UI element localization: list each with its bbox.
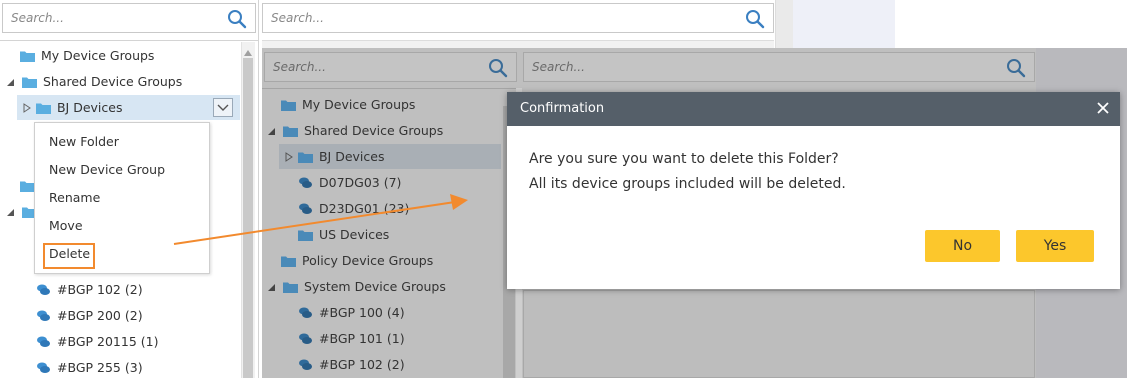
yes-button[interactable]: Yes	[1016, 230, 1094, 262]
dialog-message-line-1: Are you sure you want to delete this Fol…	[529, 151, 839, 167]
dialog-header: Confirmation	[507, 92, 1120, 126]
dialog-title: Confirmation	[520, 101, 605, 116]
dialog-message-line-2: All its device groups included will be d…	[529, 176, 846, 192]
no-button[interactable]: No	[925, 230, 1000, 262]
close-icon[interactable]	[1096, 101, 1110, 115]
confirmation-dialog: Confirmation Are you sure you want to de…	[507, 92, 1120, 289]
